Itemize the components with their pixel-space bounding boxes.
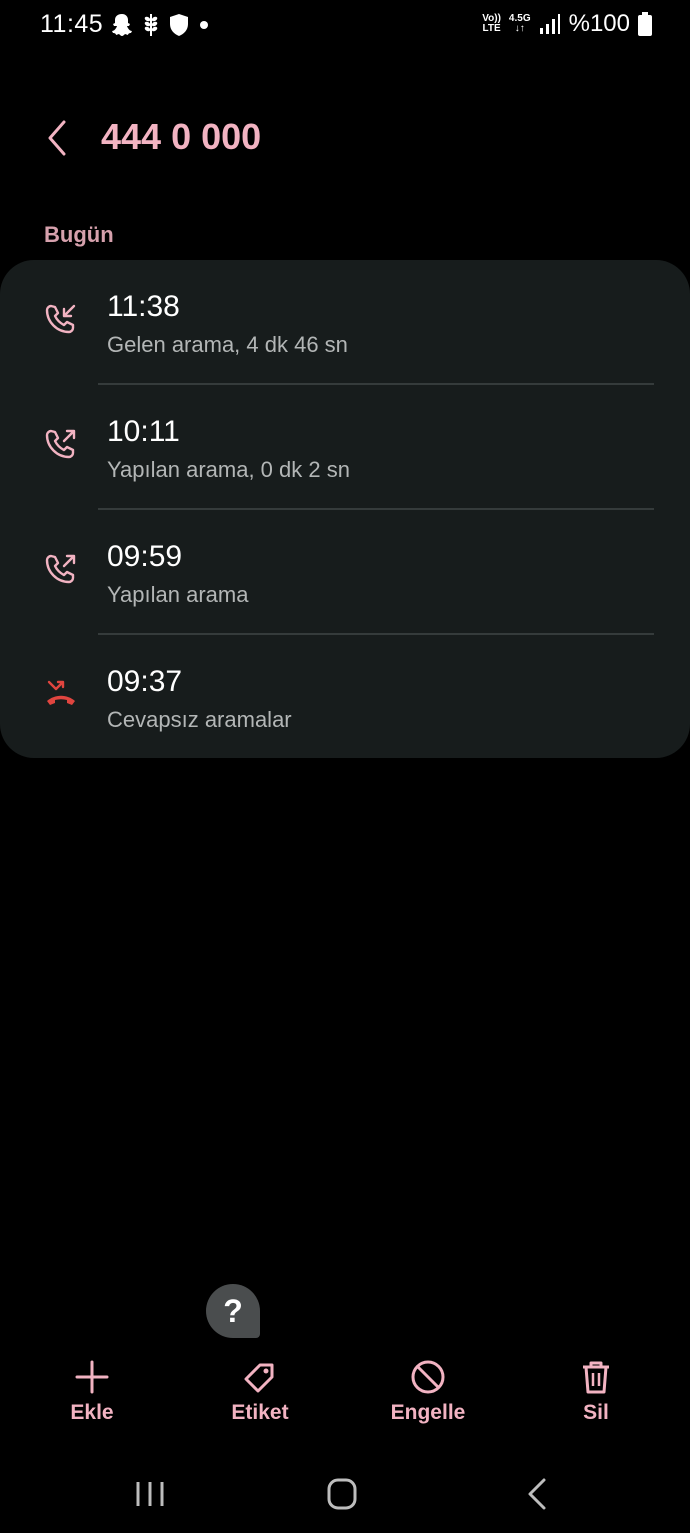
home-icon[interactable] bbox=[312, 1474, 372, 1514]
add-button[interactable]: Ekle bbox=[32, 1355, 152, 1435]
trash-icon bbox=[583, 1361, 609, 1394]
status-right: Vo)) LTE 4.5G ↓↑ %100 bbox=[482, 10, 652, 38]
shield-icon bbox=[170, 14, 188, 36]
outgoing-call-icon bbox=[45, 429, 76, 459]
volte-indicator: Vo)) LTE bbox=[482, 13, 501, 34]
status-time: 11:45 bbox=[40, 10, 104, 38]
call-description: Yapılan arama bbox=[107, 582, 249, 607]
add-label: Ekle bbox=[70, 1401, 114, 1424]
section-label: Bugün bbox=[44, 222, 114, 247]
tag-icon bbox=[244, 1363, 274, 1393]
missed-call-icon bbox=[47, 680, 75, 705]
block-button[interactable]: Engelle bbox=[368, 1355, 488, 1435]
back-arrow-icon[interactable] bbox=[38, 116, 78, 160]
outgoing-call-icon bbox=[45, 554, 76, 584]
help-button[interactable]: ? bbox=[206, 1284, 260, 1338]
delete-button[interactable]: Sil bbox=[536, 1355, 656, 1435]
block-label: Engelle bbox=[390, 1401, 466, 1424]
call-description: Cevapsız aramalar bbox=[107, 707, 292, 732]
signal-icon bbox=[539, 14, 560, 34]
battery-percent: %100 bbox=[568, 10, 630, 37]
call-description: Yapılan arama, 0 dk 2 sn bbox=[107, 457, 350, 482]
block-icon bbox=[411, 1360, 445, 1394]
call-row[interactable]: 09:59 Yapılan arama bbox=[0, 510, 690, 635]
delete-label: Sil bbox=[583, 1401, 609, 1424]
call-row[interactable]: 09:37 Cevapsız aramalar bbox=[0, 635, 690, 760]
battery-icon bbox=[638, 12, 652, 36]
wheat-icon bbox=[144, 14, 158, 36]
network-indicator: 4.5G ↓↑ bbox=[508, 13, 531, 34]
status-left-icons bbox=[110, 12, 210, 38]
call-row[interactable]: 11:38 Gelen arama, 4 dk 46 sn bbox=[0, 260, 690, 385]
recent-apps-icon[interactable] bbox=[120, 1474, 180, 1514]
plus-icon bbox=[75, 1360, 109, 1394]
header: 444 0 000 bbox=[0, 100, 690, 180]
bottom-action-bar: Ekle Etiket Engelle Sil bbox=[0, 1355, 690, 1435]
call-time: 10:11 bbox=[107, 415, 180, 448]
dot-icon bbox=[200, 21, 208, 29]
call-description: Gelen arama, 4 dk 46 sn bbox=[107, 332, 348, 357]
navigation-bar bbox=[0, 1460, 690, 1533]
snapchat-icon bbox=[112, 14, 132, 36]
call-time: 09:59 bbox=[107, 540, 183, 573]
tag-label: Etiket bbox=[231, 1401, 289, 1424]
call-time: 09:37 bbox=[107, 665, 183, 698]
call-row[interactable]: 10:11 Yapılan arama, 0 dk 2 sn bbox=[0, 385, 690, 510]
nav-back-icon[interactable] bbox=[508, 1474, 568, 1514]
call-time: 11:38 bbox=[107, 290, 180, 323]
incoming-call-icon bbox=[45, 304, 76, 334]
status-bar: 11:45 Vo)) LTE 4.5G ↓↑ %100 bbox=[0, 0, 690, 52]
call-log-card: 11:38 Gelen arama, 4 dk 46 sn 10:11 Yapı… bbox=[0, 260, 690, 758]
tag-button[interactable]: Etiket bbox=[200, 1355, 320, 1435]
page-title: 444 0 000 bbox=[101, 116, 262, 157]
